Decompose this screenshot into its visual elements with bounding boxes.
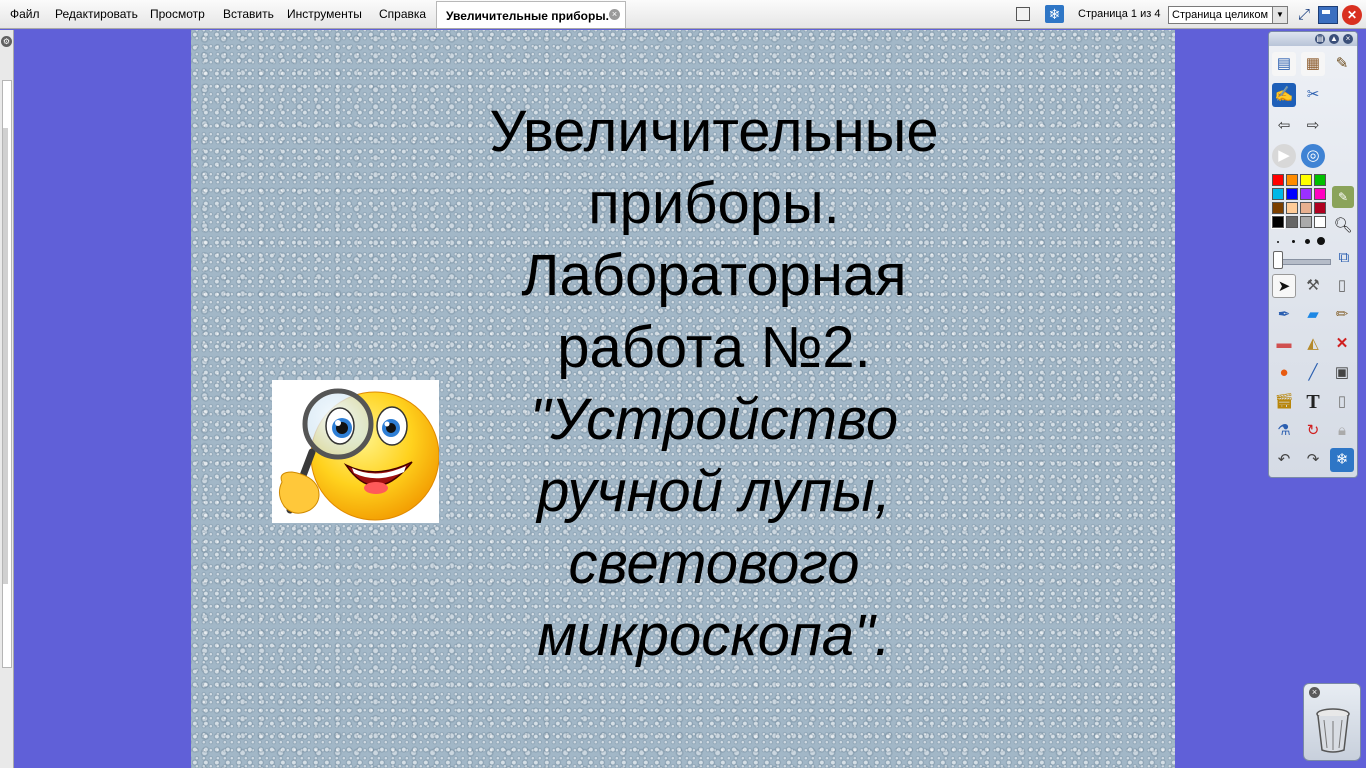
- delete-icon[interactable]: ✕: [1330, 332, 1354, 356]
- close-icon[interactable]: ×: [609, 9, 620, 20]
- select-arrow-icon[interactable]: ➤: [1272, 274, 1296, 298]
- page-list-icon[interactable]: ▤: [1272, 52, 1296, 76]
- palette-menu-icon[interactable]: ▤: [1315, 34, 1325, 44]
- undo-icon[interactable]: ↶: [1272, 448, 1296, 472]
- slide-subtitle-line: "Устройство: [529, 387, 899, 452]
- lab-flask-icon[interactable]: ⚗: [1272, 419, 1296, 443]
- title-bar: Файл Редактировать Просмотр Вставить Инс…: [0, 0, 1366, 29]
- expand-icon[interactable]: ⤢: [1295, 6, 1313, 24]
- menu-view[interactable]: Просмотр: [150, 7, 205, 21]
- slide-title: Увеличительные приборы. Лабораторная раб…: [449, 96, 979, 384]
- zoom-value: Страница целиком: [1172, 9, 1269, 21]
- chevron-down-icon[interactable]: ▼: [1272, 7, 1287, 23]
- menu-insert[interactable]: Вставить: [223, 7, 274, 21]
- trash-bin-icon[interactable]: [1313, 706, 1353, 754]
- next-page-icon[interactable]: ⇨: [1301, 114, 1325, 138]
- page-sorter-strip: ⚙: [0, 30, 14, 768]
- pen-icon[interactable]: ✒: [1272, 303, 1296, 327]
- document-tab[interactable]: Увеличительные приборы. ×: [436, 1, 626, 28]
- color-swatch-cyan[interactable]: [1272, 188, 1284, 200]
- slide-subtitle: "Устройство ручной лупы, светового микро…: [449, 384, 979, 672]
- color-swatch-darkgray[interactable]: [1286, 216, 1298, 228]
- properties-icon[interactable]: ▦: [1301, 52, 1325, 76]
- handwriting-icon[interactable]: ✍: [1272, 83, 1296, 107]
- menu-edit[interactable]: Редактировать: [55, 7, 138, 21]
- color-picker-icon[interactable]: ✎: [1332, 186, 1354, 208]
- refresh-icon[interactable]: ↻: [1301, 419, 1325, 443]
- stroke-width-3[interactable]: [1305, 239, 1310, 244]
- color-swatch-brown[interactable]: [1272, 202, 1284, 214]
- play-icon[interactable]: ▶: [1272, 144, 1296, 168]
- text-icon[interactable]: T: [1301, 390, 1325, 414]
- color-swatch-gray[interactable]: [1300, 216, 1312, 228]
- page-sorter-scrollbar[interactable]: [3, 128, 8, 584]
- recognize-icon[interactable]: ✂: [1301, 83, 1325, 107]
- lock-icon[interactable]: 🔒︎: [1330, 419, 1354, 443]
- color-swatch-darkred[interactable]: [1314, 202, 1326, 214]
- tool-palette[interactable]: ▤ ▲ × ▤ ▦ ✎ ✍ ✂ ⇦ ⇨ ▶ ◎ ✎ 🔍︎ ⧉ ➤ ⚒ ▯ ✒ ▰…: [1268, 31, 1358, 478]
- color-swatch-black[interactable]: [1271, 215, 1285, 229]
- smiley-drawing: [278, 388, 439, 521]
- line-icon[interactable]: ╱: [1301, 361, 1325, 385]
- paste-icon[interactable]: ▣: [1330, 361, 1354, 385]
- page-counter: Страница 1 из 4: [1078, 8, 1161, 20]
- palette-close-icon[interactable]: ×: [1343, 34, 1353, 44]
- magnifier-smiley-picture[interactable]: [272, 380, 439, 523]
- close-icon[interactable]: ×: [1309, 687, 1320, 698]
- screen-shade-icon[interactable]: ⧉: [1332, 246, 1356, 270]
- page-view-icon[interactable]: [1016, 7, 1030, 21]
- color-swatch-yellow[interactable]: [1300, 174, 1312, 186]
- color-swatch-blue[interactable]: [1286, 188, 1298, 200]
- color-swatch-magenta[interactable]: [1314, 188, 1326, 200]
- clapperboard-icon[interactable]: 🎬︎: [1272, 390, 1296, 414]
- tools-icon[interactable]: ⚒: [1301, 274, 1325, 298]
- document-icon[interactable]: ▯: [1330, 390, 1354, 414]
- zoom-select[interactable]: Страница целиком ▼: [1168, 6, 1288, 24]
- snowflake-icon[interactable]: ❄: [1330, 448, 1354, 472]
- menu-help[interactable]: Справка: [379, 7, 426, 21]
- trash-panel[interactable]: ×: [1303, 683, 1361, 761]
- prev-page-icon[interactable]: ⇦: [1272, 114, 1296, 138]
- color-swatch-green[interactable]: [1314, 174, 1326, 186]
- slide-title-line: работа №2.: [557, 315, 871, 380]
- menu-file[interactable]: Файл: [10, 7, 40, 21]
- gear-icon[interactable]: ⚙: [1, 36, 12, 47]
- document-tab-title: Увеличительные приборы.: [446, 9, 609, 23]
- globe-icon[interactable]: ◎: [1301, 144, 1325, 168]
- window-mode-icon[interactable]: [1318, 6, 1338, 24]
- slide-subtitle-line: светового: [568, 531, 860, 596]
- color-swatch-orange[interactable]: [1286, 174, 1298, 186]
- slide-title-line: приборы.: [588, 171, 840, 236]
- transparency-slider-handle[interactable]: [1273, 251, 1283, 269]
- close-app-icon[interactable]: ✕: [1342, 5, 1362, 25]
- slide-title-line: Лабораторная: [521, 243, 907, 308]
- shapes-icon[interactable]: ●: [1272, 361, 1296, 385]
- magic-pen-icon[interactable]: ✏: [1330, 303, 1354, 327]
- tool-palette-header[interactable]: ▤ ▲ ×: [1269, 32, 1357, 46]
- color-swatch-purple[interactable]: [1300, 188, 1312, 200]
- color-swatch-peach[interactable]: [1286, 202, 1298, 214]
- slide-subtitle-line: микроскопа".: [537, 603, 891, 668]
- tool-settings-icon[interactable]: ✎: [1330, 52, 1354, 76]
- stroke-width-4[interactable]: [1317, 237, 1325, 245]
- magnifier-icon[interactable]: 🔍︎: [1332, 215, 1354, 237]
- stroke-width-2[interactable]: [1292, 240, 1295, 243]
- slide-title-line: Увеличительные: [489, 99, 939, 164]
- color-swatch-red[interactable]: [1272, 174, 1284, 186]
- color-swatch-tan[interactable]: [1300, 202, 1312, 214]
- fill-icon[interactable]: ◭: [1301, 332, 1325, 356]
- highlighter-icon[interactable]: ▰: [1301, 303, 1325, 327]
- redo-icon[interactable]: ↷: [1301, 448, 1325, 472]
- color-swatch-white[interactable]: [1314, 216, 1326, 228]
- menu-tools[interactable]: Инструменты: [287, 7, 362, 21]
- slide-subtitle-line: ручной лупы,: [537, 459, 891, 524]
- palette-collapse-icon[interactable]: ▲: [1329, 34, 1339, 44]
- eraser-icon[interactable]: ▬: [1272, 332, 1296, 356]
- page-icon[interactable]: ▯: [1330, 274, 1354, 298]
- stroke-width-1[interactable]: [1277, 241, 1279, 243]
- snowflake-icon[interactable]: ❄: [1045, 5, 1064, 23]
